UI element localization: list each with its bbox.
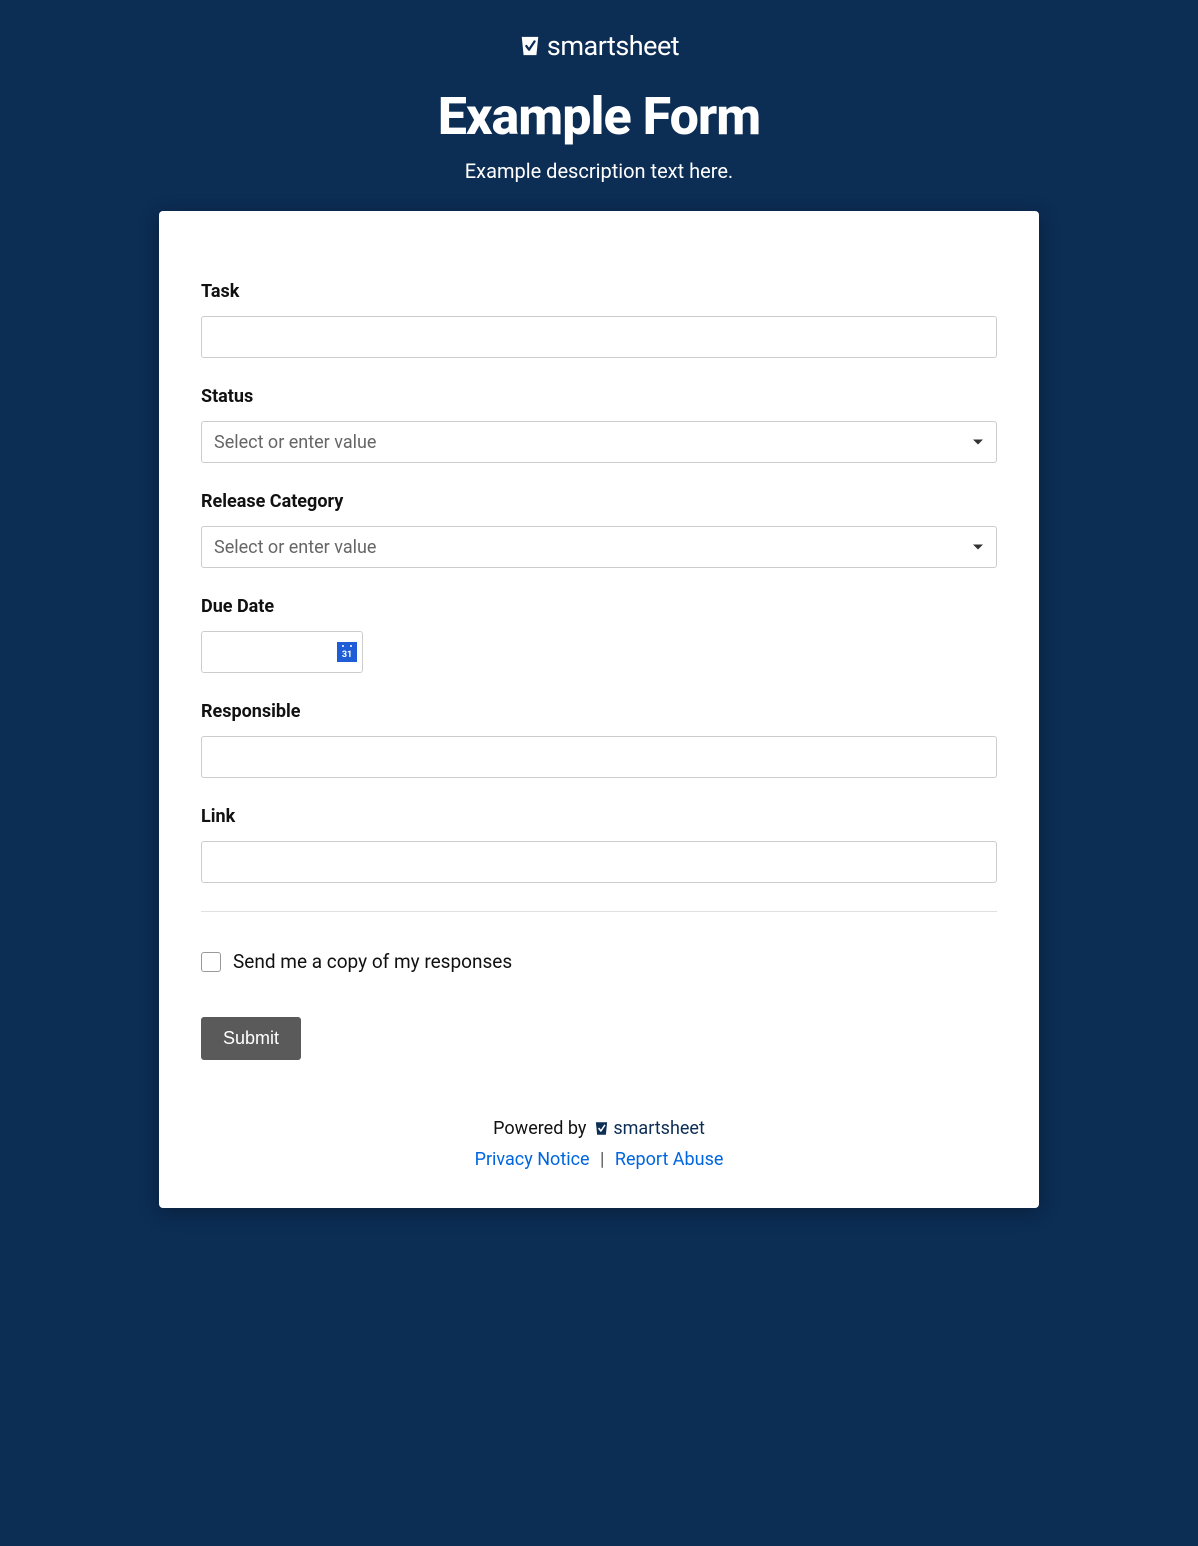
footer-links: Privacy Notice | Report Abuse [201,1149,997,1170]
field-status: Status Select or enter value [201,386,997,463]
send-copy-checkbox[interactable] [201,952,221,972]
field-release-category: Release Category Select or enter value [201,491,997,568]
send-copy-row: Send me a copy of my responses [201,950,997,973]
powered-by-text: Powered by [493,1118,586,1139]
submit-button[interactable]: Submit [201,1017,301,1060]
release-category-label: Release Category [201,491,997,512]
form-footer: Powered by smartsheet Privacy Notice | R… [201,1118,997,1170]
due-date-wrapper: 31 [201,631,363,673]
field-due-date: Due Date 31 [201,596,997,673]
field-link: Link [201,806,997,883]
responsible-label: Responsible [201,701,997,722]
divider [201,911,997,912]
footer-separator: | [600,1149,604,1170]
footer-brand-name: smartsheet [613,1118,704,1139]
field-responsible: Responsible [201,701,997,778]
form-description: Example description text here. [40,159,1158,183]
field-task: Task [201,281,997,358]
link-label: Link [201,806,997,827]
svg-text:31: 31 [342,650,352,660]
report-abuse-link[interactable]: Report Abuse [615,1149,724,1170]
smartsheet-icon [519,35,541,57]
form-header: smartsheet Example Form Example descript… [40,30,1158,183]
calendar-icon[interactable]: 31 [337,642,357,662]
powered-by: Powered by smartsheet [493,1118,705,1139]
status-label: Status [201,386,997,407]
release-category-select-display: Select or enter value [201,526,997,568]
status-select-display: Select or enter value [201,421,997,463]
smartsheet-icon [594,1121,609,1136]
release-category-select[interactable]: Select or enter value [201,526,997,568]
form-title: Example Form [40,86,1158,147]
form-card: Task Status Select or enter value Releas… [159,211,1039,1208]
link-input[interactable] [201,841,997,883]
brand-name: smartsheet [547,30,679,62]
status-select[interactable]: Select or enter value [201,421,997,463]
privacy-notice-link[interactable]: Privacy Notice [475,1149,590,1170]
task-input[interactable] [201,316,997,358]
responsible-input[interactable] [201,736,997,778]
footer-brand-logo: smartsheet [594,1118,704,1139]
task-label: Task [201,281,997,302]
due-date-label: Due Date [201,596,997,617]
send-copy-label[interactable]: Send me a copy of my responses [233,950,512,973]
brand-logo: smartsheet [519,30,679,62]
